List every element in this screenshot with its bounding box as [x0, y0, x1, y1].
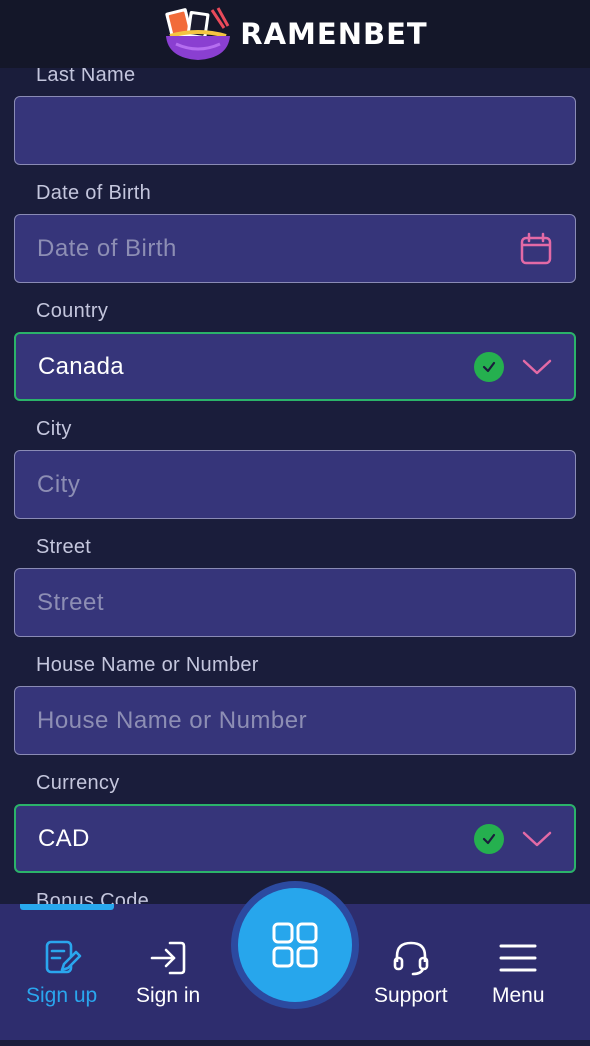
- last-name-input[interactable]: [37, 116, 575, 145]
- logo-text: RAMENBET: [240, 17, 428, 51]
- street-field[interactable]: [14, 568, 576, 637]
- street-label: Street: [36, 536, 92, 558]
- calendar-icon[interactable]: [519, 232, 553, 266]
- headset-icon: [393, 941, 429, 976]
- bonus-code-label: Bonus Code: [36, 890, 150, 904]
- currency-label: Currency: [36, 772, 120, 794]
- chevron-down-icon[interactable]: [522, 358, 552, 376]
- nav-signup-label: Sign up: [26, 984, 98, 1007]
- house-field[interactable]: [14, 686, 576, 755]
- nav-support[interactable]: Support: [374, 938, 448, 1008]
- last-name-field[interactable]: [14, 96, 576, 165]
- currency-value: CAD: [38, 824, 90, 852]
- dob-label: Date of Birth: [36, 182, 152, 204]
- nav-menu[interactable]: Menu: [492, 938, 545, 1008]
- registration-form: Last Name Date of Birth Country Canada C…: [0, 68, 590, 904]
- signin-arrow-icon: [150, 941, 186, 975]
- ramenbet-logo[interactable]: RAMENBET: [162, 6, 427, 62]
- chevron-down-icon[interactable]: [522, 830, 552, 848]
- nav-signup[interactable]: Sign up: [26, 938, 97, 1008]
- country-label: Country: [36, 300, 109, 322]
- currency-select[interactable]: CAD: [14, 804, 576, 873]
- city-input[interactable]: [37, 470, 575, 499]
- nav-signin-label: Sign in: [136, 984, 201, 1007]
- active-tab-indicator: [20, 904, 114, 910]
- city-label: City: [36, 418, 72, 440]
- city-field[interactable]: [14, 450, 576, 519]
- dob-input[interactable]: [37, 234, 575, 263]
- hamburger-menu-icon: [499, 944, 537, 972]
- bottom-navigation: Sign up Sign in Support Menu: [0, 888, 590, 1046]
- dob-field[interactable]: [14, 214, 576, 283]
- country-value: Canada: [38, 352, 124, 380]
- grid-icon: [272, 922, 318, 968]
- nav-support-label: Support: [374, 984, 448, 1007]
- signup-form-icon: [45, 940, 81, 974]
- nav-menu-label: Menu: [492, 984, 545, 1007]
- country-select[interactable]: Canada: [14, 332, 576, 401]
- house-input[interactable]: [37, 706, 575, 735]
- street-input[interactable]: [37, 588, 575, 617]
- valid-check-icon: [474, 351, 504, 382]
- games-grid-button[interactable]: [238, 888, 352, 1002]
- last-name-label: Last Name: [36, 68, 136, 86]
- app-header: RAMENBET: [0, 0, 590, 68]
- ramen-bowl-icon: [165, 7, 231, 60]
- house-label: House Name or Number: [36, 654, 259, 676]
- valid-check-icon: [474, 823, 504, 854]
- nav-signin[interactable]: Sign in: [136, 938, 200, 1008]
